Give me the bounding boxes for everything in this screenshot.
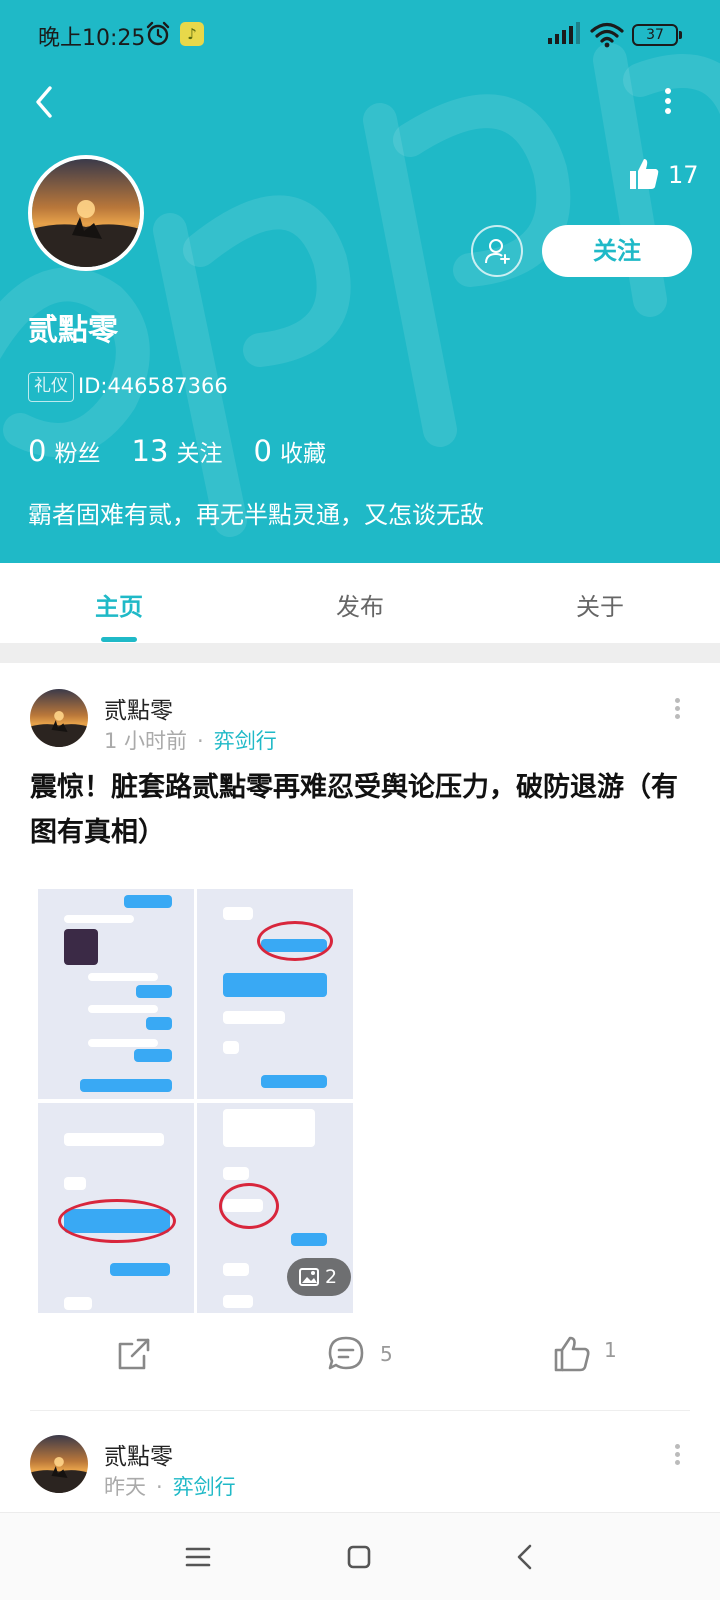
post-forum-link[interactable]: 弈剑行 — [214, 729, 277, 753]
comment-icon — [328, 1336, 364, 1370]
profile-name: 贰點零 — [28, 313, 118, 348]
post-meta: 昨天 · 弈剑行 — [104, 1471, 236, 1501]
post-time: 昨天 — [104, 1475, 146, 1499]
stat-label: 关注 — [176, 441, 223, 467]
meta-separator: · — [156, 1475, 163, 1499]
section-separator — [0, 643, 720, 663]
tab-indicator — [101, 637, 137, 642]
likes-count: 17 — [668, 161, 699, 189]
comment-button[interactable]: 5 — [326, 1330, 416, 1380]
post-author-name[interactable]: 贰點零 — [104, 1437, 173, 1471]
post-title[interactable]: 震惊！脏套路贰點零再难忍受舆论压力，破防退游（有图有真相） — [30, 765, 680, 855]
post-image-grid[interactable] — [38, 889, 355, 1313]
stat-number: 0 — [253, 434, 272, 468]
share-button[interactable] — [114, 1330, 174, 1380]
post-time: 1 小时前 — [104, 729, 188, 753]
post-more-button[interactable] — [672, 1441, 682, 1471]
system-nav-bar — [0, 1512, 720, 1600]
stat-following[interactable]: 13 关注 — [132, 434, 223, 468]
like-count: 1 — [604, 1338, 617, 1362]
post-image[interactable] — [38, 889, 194, 1099]
more-options-button[interactable] — [656, 84, 680, 124]
profile-bio: 霸者固难有贰，再无半點灵通，又怎谈无敌 — [28, 501, 484, 529]
role-tag: 礼仪 — [28, 372, 74, 402]
stat-number: 0 — [28, 434, 47, 468]
stat-favorites[interactable]: 0 收藏 — [254, 434, 326, 468]
battery-icon: 37 — [632, 24, 682, 46]
back-icon[interactable] — [508, 1539, 544, 1575]
stat-number: 13 — [131, 434, 169, 468]
avatar[interactable] — [28, 155, 144, 271]
image-icon — [299, 1268, 319, 1286]
stat-label: 收藏 — [280, 441, 326, 467]
post-meta: 1 小时前 · 弈剑行 — [104, 725, 277, 755]
music-app-icon: ♪ — [180, 22, 204, 46]
sunset-avatar-image — [30, 689, 88, 747]
tab-posts[interactable]: 发布 — [300, 587, 420, 622]
profile-tabs: 主页 发布 关于 — [0, 563, 720, 643]
wifi-icon — [590, 22, 624, 48]
post-forum-link[interactable]: 弈剑行 — [173, 1475, 236, 1499]
tab-home[interactable]: 主页 — [59, 587, 179, 622]
menu-icon[interactable] — [180, 1539, 216, 1575]
post-author-avatar[interactable] — [30, 689, 88, 747]
profile-stats: 0 粉丝 13 关注 0 收藏 — [28, 434, 352, 474]
status-bar: 晚上10:25 ♪ 37 — [0, 0, 720, 70]
watermark-logo — [0, 43, 720, 537]
follow-button[interactable]: 关注 — [542, 225, 692, 277]
post-author-name[interactable]: 贰點零 — [104, 691, 173, 725]
post-image[interactable] — [197, 889, 353, 1099]
home-icon[interactable] — [341, 1539, 377, 1575]
add-friend-button[interactable] — [471, 225, 523, 277]
alarm-icon — [146, 21, 170, 46]
thumbs-up-icon — [630, 159, 659, 189]
post-card[interactable]: 贰點零 昨天 · 弈剑行 — [0, 1411, 720, 1511]
post-author-avatar[interactable] — [30, 1435, 88, 1493]
back-button[interactable] — [26, 82, 66, 122]
signal-icon — [548, 22, 580, 44]
image-count-badge[interactable]: 2 — [287, 1258, 351, 1296]
stat-followers[interactable]: 0 粉丝 — [28, 434, 100, 468]
share-icon — [118, 1338, 150, 1370]
post-more-button[interactable] — [672, 695, 682, 725]
user-id: ID:446587366 — [78, 374, 228, 398]
like-button[interactable]: 1 — [552, 1330, 632, 1380]
status-time: 晚上10:25 — [38, 26, 146, 51]
meta-separator: · — [197, 729, 204, 753]
comment-count: 5 — [380, 1342, 393, 1366]
tab-about[interactable]: 关于 — [540, 587, 660, 622]
thumbs-up-icon — [554, 1336, 590, 1372]
sunset-avatar-image — [30, 1435, 88, 1493]
post-image[interactable] — [38, 1103, 194, 1313]
post-card[interactable]: 贰點零 1 小时前 · 弈剑行 震惊！脏套路贰點零再难忍受舆论压力，破防退游（有图有… — [0, 663, 720, 1413]
image-count: 2 — [325, 1266, 338, 1288]
post-actions: 5 1 — [0, 1330, 720, 1386]
profile-likes: 17 — [628, 157, 708, 193]
profile-header: 晚上10:25 ♪ 37 17 关注 贰點零 礼仪 ID:446587366 0… — [0, 0, 720, 563]
stat-label: 粉丝 — [54, 441, 101, 467]
sunset-avatar-image — [32, 159, 140, 267]
add-friend-icon — [485, 239, 510, 264]
